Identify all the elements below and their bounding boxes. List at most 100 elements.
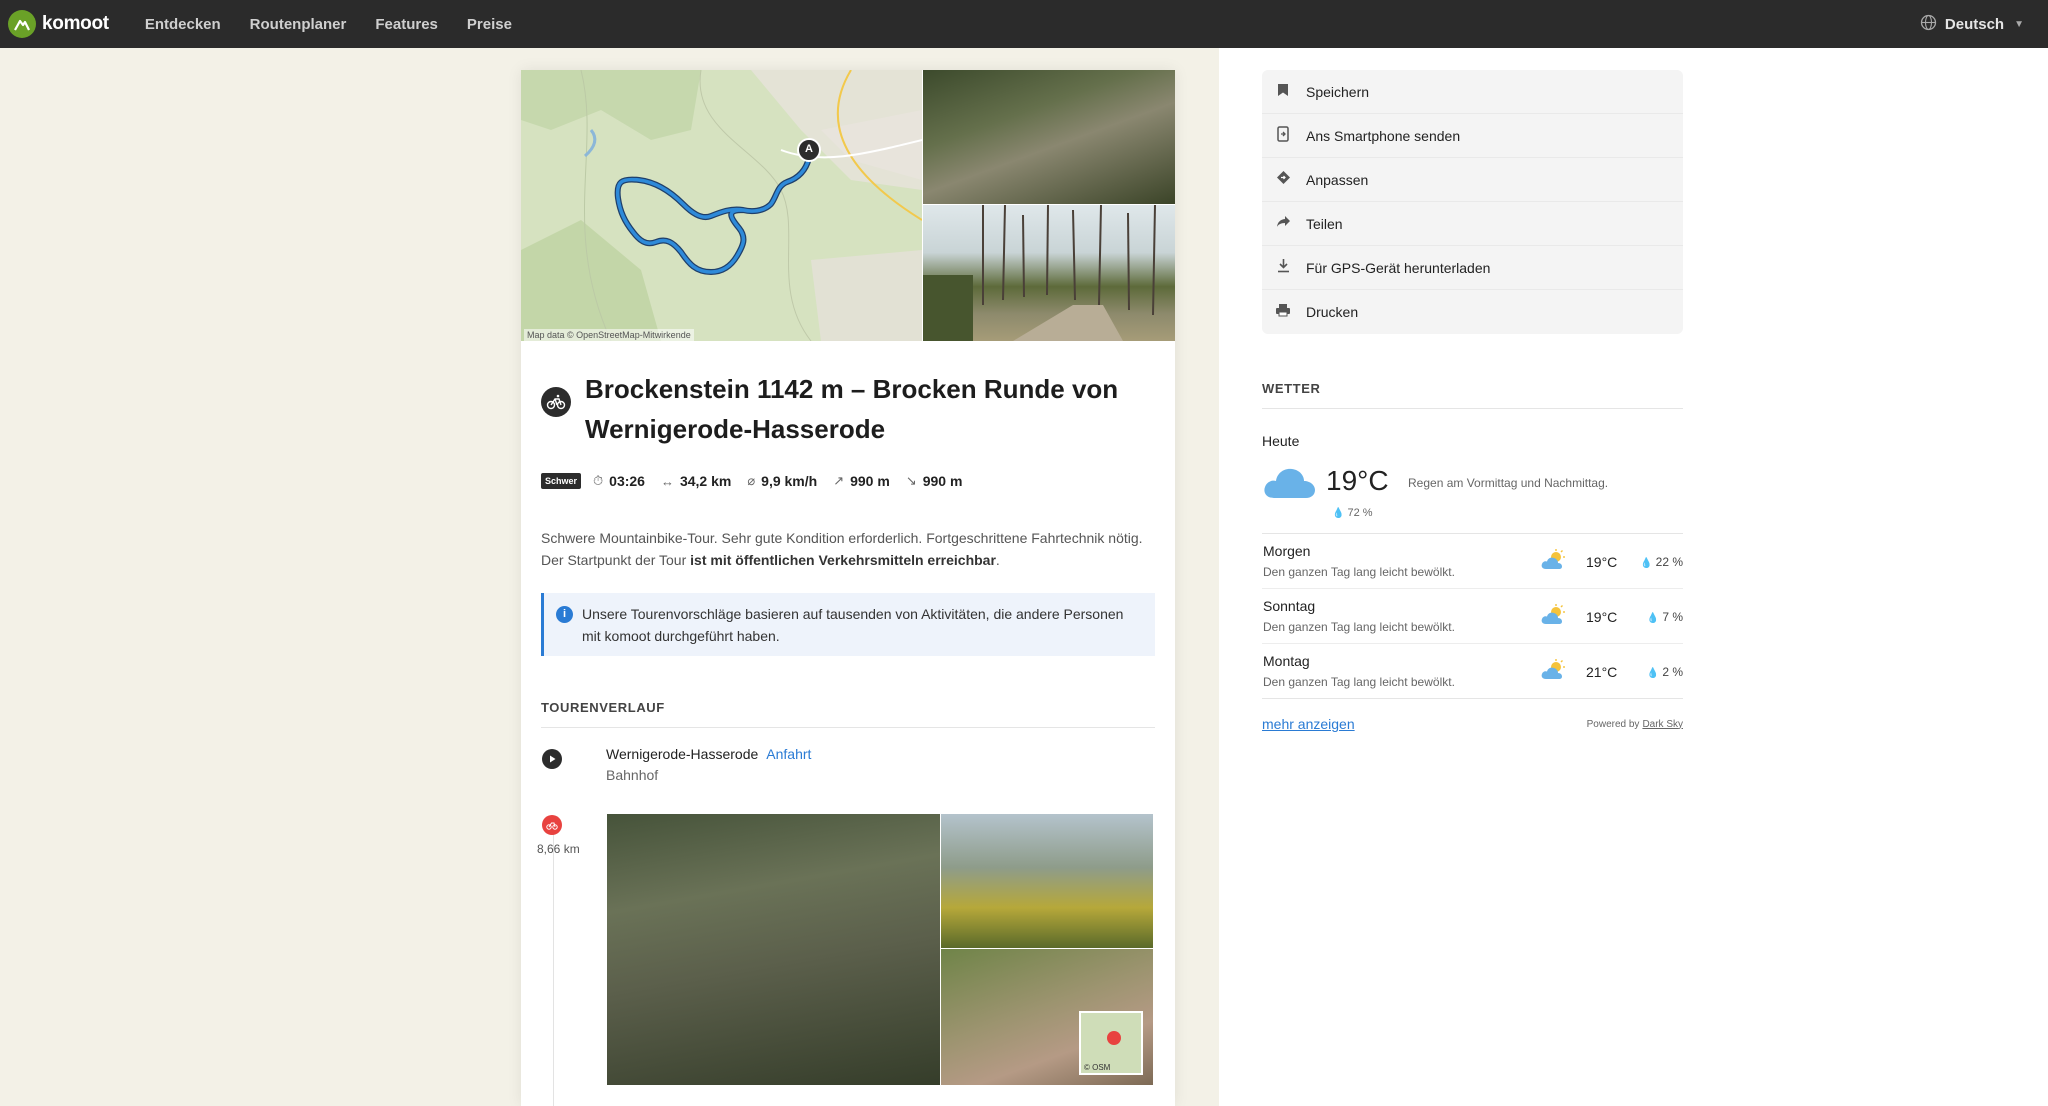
highlight-pin-icon xyxy=(1107,1031,1121,1045)
powered-by-label: Powered by xyxy=(1586,718,1640,730)
itinerary-timeline xyxy=(553,822,554,1106)
info-icon: i xyxy=(556,606,573,623)
start-play-icon xyxy=(542,749,562,769)
dark-sky-link[interactable]: Dark Sky xyxy=(1642,719,1683,730)
forecast-day-name: Montag xyxy=(1263,653,1310,669)
tour-map[interactable]: A Map data © OpenStreetMap-Mitwirkende xyxy=(521,70,922,341)
forecast-day-rain-value: 7 % xyxy=(1662,610,1683,624)
forecast-day-desc: Den ganzen Tag lang leicht bewölkt. xyxy=(1263,675,1455,689)
nav-link-routenplaner[interactable]: Routenplaner xyxy=(250,16,347,33)
tour-hero: A Map data © OpenStreetMap-Mitwirkende xyxy=(521,70,1175,341)
forecast-day-rain-value: 2 % xyxy=(1662,665,1683,679)
forecast-day-desc: Den ganzen Tag lang leicht bewölkt. xyxy=(1263,565,1455,579)
map-start-marker-label: A xyxy=(805,143,813,155)
partly-cloudy-icon xyxy=(1541,659,1565,686)
highlight-bike-icon[interactable] xyxy=(542,815,562,835)
forecast-day-desc: Den ganzen Tag lang leicht bewölkt. xyxy=(1263,620,1455,634)
tour-photo-forest-trail[interactable] xyxy=(923,205,1175,341)
komoot-logo[interactable]: komoot xyxy=(8,10,109,38)
action-save-label: Speichern xyxy=(1306,83,1370,100)
tour-title: Brockenstein 1142 m – Brocken Runde von … xyxy=(585,374,1119,444)
highlight-photo-rocks[interactable]: © OSM xyxy=(941,949,1153,1085)
forecast-day-name: Sonntag xyxy=(1263,598,1316,614)
stat-duration: ⏱ 03:26 xyxy=(593,473,645,489)
forecast-day-temp: 19°C xyxy=(1586,609,1618,625)
stat-speed-value: 9,9 km/h xyxy=(761,473,818,489)
stat-descent-value: 990 m xyxy=(922,473,963,489)
action-customize[interactable]: Anpassen xyxy=(1262,158,1683,202)
action-customize-label: Anpassen xyxy=(1306,171,1369,188)
directions-link[interactable]: Anfahrt xyxy=(766,746,811,762)
mountainbike-icon xyxy=(541,387,571,417)
action-send-to-phone[interactable]: Ans Smartphone senden xyxy=(1262,114,1683,158)
tour-actions: Speichern Ans Smartphone senden Anpassen… xyxy=(1262,70,1683,334)
weather-today-label: Heute xyxy=(1262,433,1300,449)
komoot-logo-icon xyxy=(8,10,36,38)
action-print-label: Drucken xyxy=(1306,304,1359,320)
raindrop-icon: 💧 xyxy=(1646,613,1660,624)
description-end: . xyxy=(995,552,1000,568)
nav-link-entdecken[interactable]: Entdecken xyxy=(145,16,221,33)
nav-link-features[interactable]: Features xyxy=(375,16,438,33)
main-menu: Entdecken Routenplaner Features Preise xyxy=(145,16,541,33)
highlight-gallery: © OSM xyxy=(607,814,1153,1085)
weather-footer: mehr anzeigen Powered by Dark Sky xyxy=(1262,716,1683,732)
mini-map-attribution: © OSM xyxy=(1084,1063,1111,1072)
forecast-day-temp: 19°C xyxy=(1586,554,1618,570)
stat-distance-value: 34,2 km xyxy=(679,473,732,489)
action-share-label: Teilen xyxy=(1306,215,1343,232)
smartphone-send-icon xyxy=(1274,125,1292,146)
distance-arrows-icon: ↔ xyxy=(660,473,674,489)
info-notice-text: Unsere Tourenvorschläge basieren auf tau… xyxy=(582,606,1124,644)
chevron-down-icon: ▼ xyxy=(2014,18,2024,30)
tour-description: Schwere Mountainbike-Tour. Sehr gute Kon… xyxy=(521,489,1175,571)
clock-icon: ⏱ xyxy=(593,473,604,488)
stat-duration-value: 03:26 xyxy=(609,473,645,489)
diamond-edit-icon xyxy=(1274,170,1292,189)
action-share[interactable]: Teilen xyxy=(1262,202,1683,246)
show-more-weather-link[interactable]: mehr anzeigen xyxy=(1262,716,1355,732)
weather-panel: WETTER Heute 19°C Regen am Vormittag und… xyxy=(1262,381,1683,732)
map-canvas xyxy=(521,70,922,341)
dead-trees-drawing xyxy=(923,205,1156,341)
forecast-day: Montag Den ganzen Tag lang leicht bewölk… xyxy=(1262,644,1683,699)
info-notice: i Unsere Tourenvorschläge basieren auf t… xyxy=(541,593,1155,656)
highlight-photo-main[interactable] xyxy=(607,814,940,1085)
average-speed-icon: ⌀ xyxy=(747,473,756,488)
forecast-day-rain: 💧 22 % xyxy=(1640,555,1683,569)
highlight-distance: 8,66 km xyxy=(537,842,580,856)
partly-cloudy-icon xyxy=(1541,549,1565,576)
tour-stats: Schwer ⏱ 03:26 ↔ 34,2 km ⌀ 9,9 km/h ↗ 990 m … xyxy=(521,449,1175,489)
stat-speed: ⌀ 9,9 km/h xyxy=(747,473,817,489)
partly-cloudy-icon xyxy=(1541,604,1565,631)
itinerary-heading: TOURENVERLAUF xyxy=(541,700,1155,728)
action-save[interactable]: Speichern xyxy=(1262,70,1683,114)
globe-icon xyxy=(1920,14,1937,35)
weather-today-desc: Regen am Vormittag und Nachmittag. xyxy=(1408,476,1609,490)
weather-today: 19°C Regen am Vormittag und Nachmittag. … xyxy=(1262,449,1683,533)
hero-photos xyxy=(923,70,1175,341)
highlight-mini-map[interactable]: © OSM xyxy=(1079,1011,1143,1075)
ascent-arrow-icon: ↗ xyxy=(833,473,845,488)
waypoint-name: Wernigerode-Hasserode Anfahrt xyxy=(606,746,1155,762)
map-attribution: Map data © OpenStreetMap-Mitwirkende xyxy=(524,329,694,341)
tour-card: A Map data © OpenStreetMap-Mitwirkende B… xyxy=(521,70,1175,1106)
forecast-day-temp: 21°C xyxy=(1586,664,1618,680)
forecast-day-rain: 💧 2 % xyxy=(1647,665,1683,679)
forecast-day: Morgen Den ganzen Tag lang leicht bewölk… xyxy=(1262,534,1683,589)
nav-link-preise[interactable]: Preise xyxy=(467,16,512,33)
action-gps-download[interactable]: Für GPS-Gerät herunterladen xyxy=(1262,246,1683,290)
stat-ascent-value: 990 m xyxy=(850,473,890,489)
waypoint-start: Wernigerode-Hasserode Anfahrt Bahnhof xyxy=(521,728,1175,783)
action-send-to-phone-label: Ans Smartphone senden xyxy=(1306,127,1461,144)
highlight-photo-panorama[interactable] xyxy=(941,814,1153,948)
forecast-day-name: Morgen xyxy=(1263,543,1311,559)
powered-by: Powered by Dark Sky xyxy=(1587,719,1683,730)
action-print[interactable]: Drucken xyxy=(1262,290,1683,334)
highlight-photo-column: © OSM xyxy=(941,814,1153,1085)
bookmark-icon xyxy=(1274,83,1292,101)
forecast-day-rain-value: 22 % xyxy=(1655,555,1683,569)
language-selector[interactable]: Deutsch ▼ xyxy=(1920,0,2024,48)
weather-today-temp: 19°C xyxy=(1326,465,1389,496)
tour-photo-rocks[interactable] xyxy=(923,70,1175,204)
